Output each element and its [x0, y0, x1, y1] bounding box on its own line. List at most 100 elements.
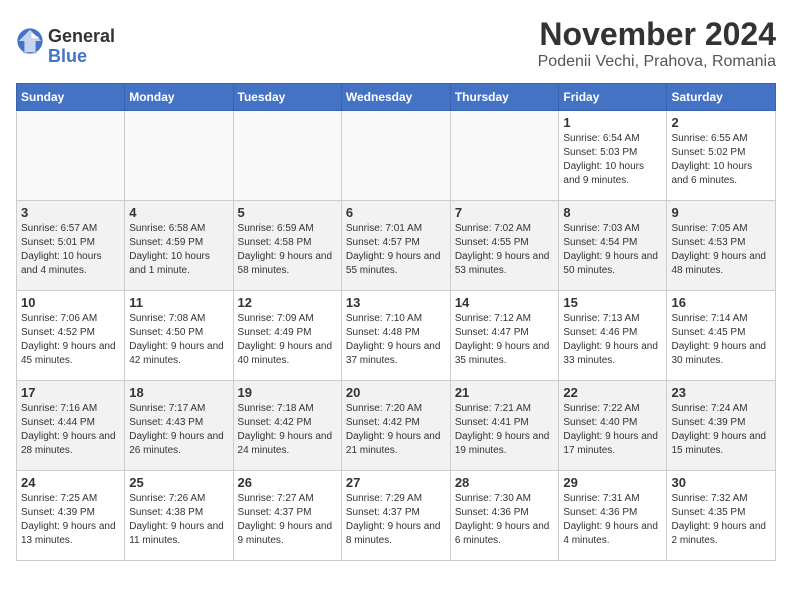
logo-blue: Blue [48, 46, 87, 66]
day-number: 28 [455, 475, 555, 490]
calendar-header-thursday: Thursday [450, 84, 559, 111]
day-info: Sunrise: 7:13 AM Sunset: 4:46 PM Dayligh… [563, 312, 662, 368]
calendar-header-row: SundayMondayTuesdayWednesdayThursdayFrid… [17, 84, 776, 111]
day-info: Sunrise: 7:06 AM Sunset: 4:52 PM Dayligh… [21, 312, 120, 368]
calendar-cell: 18 Sunrise: 7:17 AM Sunset: 4:43 PM Dayli… [125, 381, 233, 471]
calendar-cell: 22 Sunrise: 7:22 AM Sunset: 4:40 PM Dayli… [559, 381, 667, 471]
day-number: 26 [238, 475, 337, 490]
day-info: Sunrise: 7:32 AM Sunset: 4:35 PM Dayligh… [671, 492, 771, 548]
day-number: 17 [21, 385, 120, 400]
title-section: November 2024 Podenii Vechi, Prahova, Ro… [538, 16, 776, 71]
calendar-cell: 30 Sunrise: 7:32 AM Sunset: 4:35 PM Dayli… [667, 471, 776, 561]
day-info: Sunrise: 7:18 AM Sunset: 4:42 PM Dayligh… [238, 402, 337, 458]
calendar-cell: 10 Sunrise: 7:06 AM Sunset: 4:52 PM Dayli… [17, 291, 125, 381]
calendar-cell: 2 Sunrise: 6:55 AM Sunset: 5:02 PM Daylig… [667, 111, 776, 201]
calendar-cell: 19Sunrise: 7:18 AM Sunset: 4:42 PM Dayli… [233, 381, 341, 471]
day-info: Sunrise: 7:24 AM Sunset: 4:39 PM Dayligh… [671, 402, 771, 458]
calendar-table: SundayMondayTuesdayWednesdayThursdayFrid… [16, 83, 776, 561]
logo: General Blue [16, 27, 115, 67]
calendar-cell: 17 Sunrise: 7:16 AM Sunset: 4:44 PM Dayli… [17, 381, 125, 471]
calendar-cell: 16 Sunrise: 7:14 AM Sunset: 4:45 PM Dayli… [667, 291, 776, 381]
calendar-week-5: 24Sunrise: 7:25 AM Sunset: 4:39 PM Dayli… [17, 471, 776, 561]
day-info: Sunrise: 7:29 AM Sunset: 4:37 PM Dayligh… [346, 492, 446, 548]
day-info: Sunrise: 6:54 AM Sunset: 5:03 PM Dayligh… [563, 132, 662, 188]
calendar-cell: 12 Sunrise: 7:09 AM Sunset: 4:49 PM Dayli… [233, 291, 341, 381]
day-number: 21 [455, 385, 555, 400]
calendar-cell: 1 Sunrise: 6:54 AM Sunset: 5:03 PM Daylig… [559, 111, 667, 201]
calendar-cell: 9 Sunrise: 7:05 AM Sunset: 4:53 PM Daylig… [667, 201, 776, 291]
logo-text: General Blue [48, 27, 115, 67]
calendar-cell: 11Sunrise: 7:08 AM Sunset: 4:50 PM Dayli… [125, 291, 233, 381]
calendar-cell: 5 Sunrise: 6:59 AM Sunset: 4:58 PM Daylig… [233, 201, 341, 291]
day-number: 1 [563, 115, 662, 130]
calendar-header-saturday: Saturday [667, 84, 776, 111]
day-info: Sunrise: 7:14 AM Sunset: 4:45 PM Dayligh… [671, 312, 771, 368]
day-info: Sunrise: 7:26 AM Sunset: 4:38 PM Dayligh… [129, 492, 228, 548]
day-info: Sunrise: 7:27 AM Sunset: 4:37 PM Dayligh… [238, 492, 337, 548]
top-bar: General Blue November 2024 Podenii Vechi… [16, 16, 776, 75]
calendar-week-2: 3 Sunrise: 6:57 AM Sunset: 5:01 PM Daylig… [17, 201, 776, 291]
calendar-cell: 24Sunrise: 7:25 AM Sunset: 4:39 PM Dayli… [17, 471, 125, 561]
day-info: Sunrise: 7:02 AM Sunset: 4:55 PM Dayligh… [455, 222, 555, 278]
day-info: Sunrise: 7:01 AM Sunset: 4:57 PM Dayligh… [346, 222, 446, 278]
day-number: 18 [129, 385, 228, 400]
day-number: 16 [671, 295, 771, 310]
calendar-cell: 6 Sunrise: 7:01 AM Sunset: 4:57 PM Daylig… [341, 201, 450, 291]
day-number: 14 [455, 295, 555, 310]
day-number: 9 [671, 205, 771, 220]
day-info: Sunrise: 6:58 AM Sunset: 4:59 PM Dayligh… [129, 222, 228, 278]
calendar-cell [233, 111, 341, 201]
calendar-header-monday: Monday [125, 84, 233, 111]
calendar-cell: 28 Sunrise: 7:30 AM Sunset: 4:36 PM Dayli… [450, 471, 559, 561]
calendar-cell: 14 Sunrise: 7:12 AM Sunset: 4:47 PM Dayli… [450, 291, 559, 381]
day-info: Sunrise: 6:59 AM Sunset: 4:58 PM Dayligh… [238, 222, 337, 278]
day-number: 4 [129, 205, 228, 220]
day-info: Sunrise: 7:20 AM Sunset: 4:42 PM Dayligh… [346, 402, 446, 458]
calendar-cell: 15Sunrise: 7:13 AM Sunset: 4:46 PM Dayli… [559, 291, 667, 381]
calendar-cell: 7 Sunrise: 7:02 AM Sunset: 4:55 PM Daylig… [450, 201, 559, 291]
calendar-cell: 26 Sunrise: 7:27 AM Sunset: 4:37 PM Dayli… [233, 471, 341, 561]
day-number: 5 [238, 205, 337, 220]
calendar-header-wednesday: Wednesday [341, 84, 450, 111]
calendar-cell [125, 111, 233, 201]
day-info: Sunrise: 7:10 AM Sunset: 4:48 PM Dayligh… [346, 312, 446, 368]
day-number: 10 [21, 295, 120, 310]
day-info: Sunrise: 7:05 AM Sunset: 4:53 PM Dayligh… [671, 222, 771, 278]
day-number: 6 [346, 205, 446, 220]
calendar-header-tuesday: Tuesday [233, 84, 341, 111]
day-info: Sunrise: 6:55 AM Sunset: 5:02 PM Dayligh… [671, 132, 771, 188]
day-info: Sunrise: 7:30 AM Sunset: 4:36 PM Dayligh… [455, 492, 555, 548]
calendar-cell [450, 111, 559, 201]
day-number: 7 [455, 205, 555, 220]
day-number: 2 [671, 115, 771, 130]
calendar-week-4: 17 Sunrise: 7:16 AM Sunset: 4:44 PM Dayli… [17, 381, 776, 471]
logo-icon [16, 27, 44, 55]
day-number: 29 [563, 475, 662, 490]
day-info: Sunrise: 7:16 AM Sunset: 4:44 PM Dayligh… [21, 402, 120, 458]
calendar-cell: 3 Sunrise: 6:57 AM Sunset: 5:01 PM Daylig… [17, 201, 125, 291]
day-number: 20 [346, 385, 446, 400]
day-number: 12 [238, 295, 337, 310]
day-number: 22 [563, 385, 662, 400]
calendar-cell: 27Sunrise: 7:29 AM Sunset: 4:37 PM Dayli… [341, 471, 450, 561]
calendar-cell: 21Sunrise: 7:21 AM Sunset: 4:41 PM Dayli… [450, 381, 559, 471]
day-info: Sunrise: 7:22 AM Sunset: 4:40 PM Dayligh… [563, 402, 662, 458]
calendar-cell: 4 Sunrise: 6:58 AM Sunset: 4:59 PM Daylig… [125, 201, 233, 291]
calendar-cell [341, 111, 450, 201]
day-info: Sunrise: 7:17 AM Sunset: 4:43 PM Dayligh… [129, 402, 228, 458]
day-info: Sunrise: 7:09 AM Sunset: 4:49 PM Dayligh… [238, 312, 337, 368]
day-number: 30 [671, 475, 771, 490]
day-info: Sunrise: 7:12 AM Sunset: 4:47 PM Dayligh… [455, 312, 555, 368]
day-number: 23 [671, 385, 771, 400]
day-number: 3 [21, 205, 120, 220]
day-number: 8 [563, 205, 662, 220]
day-info: Sunrise: 6:57 AM Sunset: 5:01 PM Dayligh… [21, 222, 120, 278]
calendar-header-sunday: Sunday [17, 84, 125, 111]
day-info: Sunrise: 7:31 AM Sunset: 4:36 PM Dayligh… [563, 492, 662, 548]
calendar-cell: 25Sunrise: 7:26 AM Sunset: 4:38 PM Dayli… [125, 471, 233, 561]
day-number: 11 [129, 295, 228, 310]
calendar-cell: 23 Sunrise: 7:24 AM Sunset: 4:39 PM Dayli… [667, 381, 776, 471]
calendar-cell: 29 Sunrise: 7:31 AM Sunset: 4:36 PM Dayli… [559, 471, 667, 561]
calendar-cell: 8Sunrise: 7:03 AM Sunset: 4:54 PM Daylig… [559, 201, 667, 291]
calendar-header-friday: Friday [559, 84, 667, 111]
